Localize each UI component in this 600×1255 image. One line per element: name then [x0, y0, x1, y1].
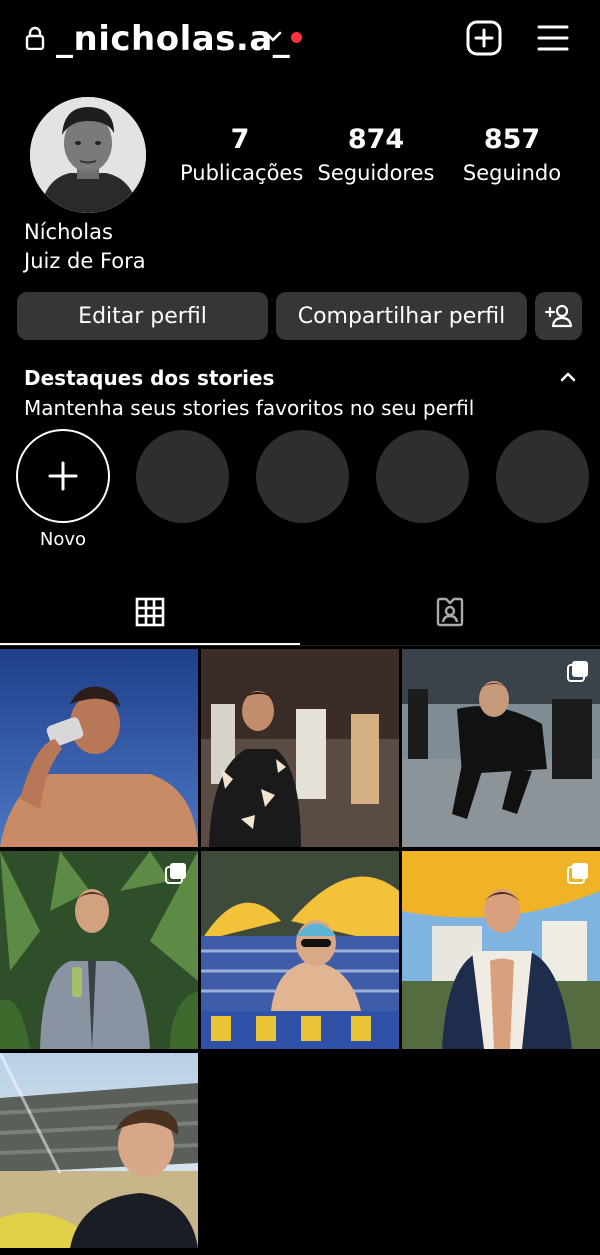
- highlights-title: Destaques dos stories: [24, 366, 275, 390]
- tab-divider: [0, 645, 600, 646]
- grid-icon: [135, 597, 165, 627]
- top-bar: _nicholas.a_: [0, 0, 600, 80]
- new-highlight-label: Novo: [39, 529, 87, 550]
- profile-bio: Juiz de Fora: [24, 249, 146, 273]
- share-profile-button[interactable]: Compartilhar perfil: [276, 292, 527, 340]
- create-post-icon[interactable]: [466, 20, 502, 56]
- highlights-subtitle: Mantenha seus stories favoritos no seu p…: [24, 396, 475, 420]
- lock-icon: [25, 26, 45, 50]
- highlight-placeholder: [496, 430, 589, 523]
- notification-dot: [291, 32, 302, 43]
- post-thumbnail[interactable]: [201, 851, 399, 1049]
- edit-profile-button[interactable]: Editar perfil: [17, 292, 268, 340]
- account-username[interactable]: _nicholas.a_: [56, 18, 290, 60]
- highlight-placeholder: [136, 430, 229, 523]
- post-thumbnail[interactable]: [402, 851, 600, 1049]
- multiple-photos-icon: [165, 863, 186, 884]
- stat-posts-label: Publicações: [180, 161, 304, 185]
- chevron-down-icon[interactable]: [263, 29, 283, 45]
- stat-followers[interactable]: 874 Seguidores: [316, 122, 436, 188]
- tab-posts-grid[interactable]: [0, 580, 300, 644]
- stat-followers-label: Seguidores: [317, 161, 435, 185]
- profile-name: Nícholas: [24, 220, 113, 244]
- multiple-photos-icon: [567, 661, 588, 682]
- post-thumbnail[interactable]: [0, 1053, 198, 1248]
- add-person-icon: [544, 304, 572, 328]
- post-thumbnail[interactable]: [201, 649, 399, 847]
- profile-avatar[interactable]: [30, 97, 146, 213]
- menu-icon[interactable]: [537, 22, 569, 54]
- post-thumbnail[interactable]: [0, 851, 198, 1049]
- post-thumbnail[interactable]: [0, 649, 198, 847]
- post-thumbnail[interactable]: [402, 649, 600, 847]
- stat-posts[interactable]: 7 Publicações: [180, 122, 304, 188]
- stat-following[interactable]: 857 Seguindo: [452, 122, 572, 188]
- multiple-photos-icon: [567, 863, 588, 884]
- discover-people-button[interactable]: [535, 292, 582, 340]
- highlight-placeholder: [256, 430, 349, 523]
- stat-posts-count: 7: [230, 124, 250, 155]
- highlight-placeholder: [376, 430, 469, 523]
- stat-following-count: 857: [483, 124, 541, 155]
- tab-tagged[interactable]: [300, 580, 600, 644]
- plus-icon: [48, 461, 78, 491]
- new-highlight-button[interactable]: [16, 429, 110, 523]
- tagged-icon: [436, 597, 464, 627]
- stat-following-label: Seguindo: [462, 161, 562, 185]
- chevron-up-icon[interactable]: [559, 369, 577, 385]
- stat-followers-count: 874: [347, 124, 405, 155]
